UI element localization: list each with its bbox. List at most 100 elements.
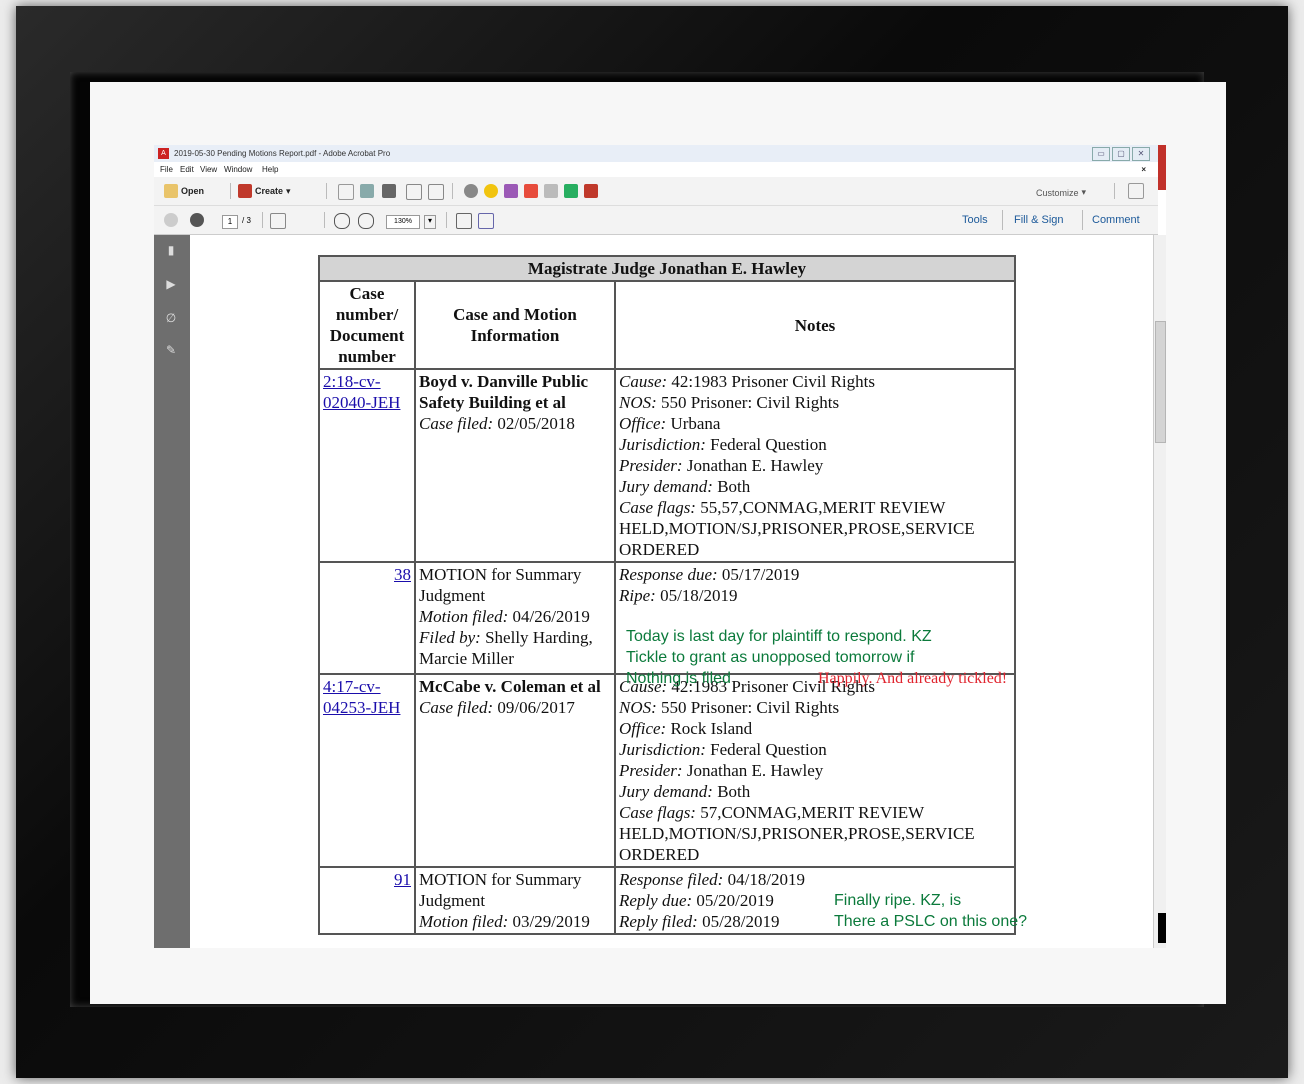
- main-toolbar: Open Create ▾ Customize ▾: [154, 177, 1158, 206]
- column-header-case-number: Case number/ Document number: [318, 280, 416, 370]
- pdf-export-icon[interactable]: [524, 184, 538, 198]
- note-value: 42:1983 Prisoner Civil Rights: [671, 372, 875, 391]
- motion-title: MOTION for Summary Judgment: [419, 565, 582, 605]
- tab-comment[interactable]: Comment: [1092, 214, 1140, 226]
- scrollbar-thumb[interactable]: [1155, 321, 1166, 443]
- motion-title: MOTION for Summary Judgment: [419, 870, 582, 910]
- window-title: 2019-05-30 Pending Motions Report.pdf - …: [174, 149, 391, 158]
- comment-icon[interactable]: [484, 184, 498, 198]
- page-number-input[interactable]: 1: [222, 215, 238, 229]
- combine-icon[interactable]: [564, 184, 578, 198]
- menu-window[interactable]: Window: [224, 165, 252, 174]
- cloud-upload-icon[interactable]: [360, 184, 374, 198]
- chevron-down-icon[interactable]: ▾: [424, 215, 436, 229]
- hand-tool-icon[interactable]: [296, 213, 310, 227]
- note-label: Presider:: [619, 456, 683, 475]
- menu-help[interactable]: Help: [262, 165, 278, 174]
- fit-page-icon[interactable]: [456, 213, 472, 229]
- create-pdf-icon: [238, 184, 252, 198]
- case-filed-label: Case filed:: [419, 414, 494, 433]
- note-value: Federal Question: [710, 435, 827, 454]
- tab-fill-sign[interactable]: Fill & Sign: [1014, 214, 1064, 226]
- next-page-icon[interactable]: [190, 213, 204, 227]
- select-tool-icon[interactable]: [270, 213, 286, 229]
- navigation-pane: ▮ ▶ ∅ ✎: [154, 235, 190, 948]
- edit-icon[interactable]: [406, 184, 422, 200]
- case-link[interactable]: 2:18-cv-02040-JEH: [323, 372, 400, 412]
- case-filed-value: 02/05/2018: [497, 414, 575, 433]
- note-label: Presider:: [619, 761, 683, 780]
- acrobat-window: A 2019-05-30 Pending Motions Report.pdf …: [154, 145, 1166, 948]
- menu-view[interactable]: View: [200, 165, 217, 174]
- note-label: NOS:: [619, 698, 657, 717]
- zoom-select[interactable]: 130%: [386, 215, 420, 229]
- note-value: Both: [717, 477, 751, 496]
- maximize-button[interactable]: ▢: [1112, 147, 1130, 161]
- column-header-notes: Notes: [614, 280, 1016, 370]
- save-icon[interactable]: [338, 184, 354, 200]
- annotation-line: There a PSLC on this one?: [834, 913, 1028, 930]
- note-label: Reply filed:: [619, 912, 698, 931]
- sign-icon[interactable]: [584, 184, 598, 198]
- zoom-out-icon[interactable]: [334, 213, 350, 229]
- create-label: Create: [255, 186, 284, 196]
- note-label: Response filed:: [619, 870, 724, 889]
- chevron-down-icon: ▾: [1081, 187, 1087, 197]
- motion-filed-label: Motion filed:: [419, 912, 509, 931]
- expand-icon[interactable]: [1128, 183, 1144, 199]
- create-button[interactable]: Create ▾: [238, 184, 291, 198]
- note-value: Federal Question: [710, 740, 827, 759]
- menu-bar: File Edit View Window Help ×: [154, 162, 1158, 176]
- chevron-down-icon: ▾: [286, 185, 291, 196]
- menu-edit[interactable]: Edit: [180, 165, 194, 174]
- annotation-green-2: Finally ripe. KZ, is There a PSLC on thi…: [834, 890, 1027, 932]
- case-name: McCabe v. Coleman et al: [419, 677, 601, 696]
- note-value: 05/20/2019: [696, 891, 774, 910]
- email-icon[interactable]: [428, 184, 444, 200]
- acrobat-icon: A: [158, 148, 169, 159]
- menu-file[interactable]: File: [160, 165, 173, 174]
- document-page: Magistrate Judge Jonathan E. Hawley Case…: [190, 235, 1154, 948]
- minimize-button[interactable]: ▭: [1092, 147, 1110, 161]
- case-filed-label: Case filed:: [419, 698, 494, 717]
- tab-tools[interactable]: Tools: [962, 214, 988, 226]
- note-value: Rock Island: [670, 719, 753, 738]
- page-thumbnails-icon[interactable]: ▮: [164, 243, 178, 257]
- window-accent: [1158, 145, 1166, 190]
- note-value: 04/18/2019: [727, 870, 806, 889]
- vertical-scrollbar[interactable]: [1153, 235, 1166, 948]
- highlight-icon[interactable]: [504, 184, 518, 198]
- note-label: Jurisdiction:: [619, 740, 706, 759]
- zoom-in-icon[interactable]: [358, 213, 374, 229]
- customize-label: Customize: [1036, 187, 1079, 198]
- document-link[interactable]: 38: [394, 565, 411, 584]
- previous-page-icon[interactable]: [164, 213, 178, 227]
- print-icon[interactable]: [382, 184, 396, 198]
- gear-icon[interactable]: [464, 184, 478, 198]
- annotation-line: Finally ripe. KZ, is: [834, 892, 962, 909]
- document-link[interactable]: 91: [394, 870, 411, 889]
- judge-header: Magistrate Judge Jonathan E. Hawley: [318, 255, 1016, 282]
- fit-width-icon[interactable]: [478, 213, 494, 229]
- bookmark-icon[interactable]: ▶: [164, 277, 178, 291]
- close-window-button[interactable]: ✕: [1132, 147, 1150, 161]
- signature-icon[interactable]: ✎: [164, 343, 178, 357]
- open-button[interactable]: Open: [164, 184, 204, 198]
- case-name: Boyd v. Danville Public Safety Building …: [419, 372, 589, 412]
- note-label: Case flags:: [619, 803, 696, 822]
- attachment-icon[interactable]: ∅: [164, 311, 178, 325]
- folder-icon: [164, 184, 178, 198]
- note-label: Reply due:: [619, 891, 693, 910]
- annotation-red: Happily. And already tickled!: [818, 670, 1008, 687]
- note-value: Both: [717, 782, 751, 801]
- note-label: Jury demand:: [619, 782, 713, 801]
- filed-by-label: Filed by:: [419, 628, 481, 647]
- note-label: NOS:: [619, 393, 657, 412]
- pages-icon[interactable]: [544, 184, 558, 198]
- table-row: 4:17-cv-04253-JEH McCabe v. Coleman et a…: [318, 673, 1016, 868]
- case-link[interactable]: 4:17-cv-04253-JEH: [323, 677, 400, 717]
- note-value: 05/18/2019: [660, 586, 738, 605]
- note-label: Jurisdiction:: [619, 435, 706, 454]
- customize-dropdown[interactable]: Customize ▾: [1036, 187, 1086, 198]
- close-document-icon[interactable]: ×: [1141, 165, 1146, 174]
